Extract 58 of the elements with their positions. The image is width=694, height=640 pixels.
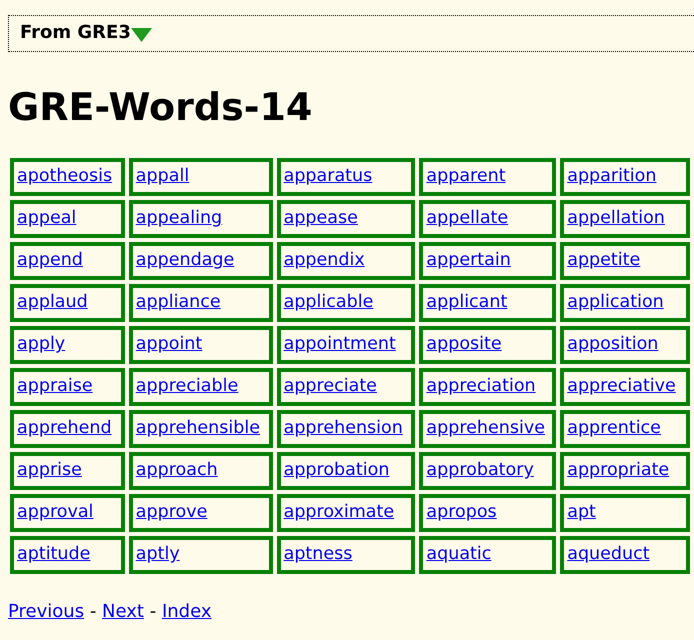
word-link[interactable]: apposition <box>567 334 658 354</box>
word-link[interactable]: appreciation <box>426 376 536 396</box>
word-link[interactable]: approximate <box>284 502 394 522</box>
word-link[interactable]: append <box>17 250 83 270</box>
page-title: GRE-Words-14 <box>8 85 314 131</box>
nav-link[interactable]: Next <box>102 600 144 622</box>
separator: - <box>90 600 96 622</box>
word-link[interactable]: appraise <box>17 376 93 396</box>
word-link[interactable]: approbatory <box>426 460 534 480</box>
word-link[interactable]: aptly <box>136 544 180 564</box>
word-link[interactable]: appease <box>284 208 358 228</box>
word-link[interactable]: appropriate <box>567 460 670 480</box>
word-link[interactable]: applicable <box>284 292 374 312</box>
word-link[interactable]: apprehend <box>17 418 112 438</box>
word-link[interactable]: apprentice <box>567 418 661 438</box>
separator: - <box>150 600 156 622</box>
word-link[interactable]: appendix <box>284 250 365 270</box>
word-link[interactable]: aptness <box>284 544 352 564</box>
word-link[interactable]: appreciate <box>284 376 377 396</box>
word-link[interactable]: appeal <box>17 208 76 228</box>
word-link[interactable]: appreciative <box>567 376 676 396</box>
word-link[interactable]: approbation <box>284 460 390 480</box>
word-link[interactable]: appealing <box>136 208 222 228</box>
word-link[interactable]: appreciable <box>136 376 238 396</box>
word-link[interactable]: apprehensive <box>426 418 545 438</box>
word-link[interactable]: apparition <box>567 166 656 186</box>
word-link[interactable]: appellation <box>567 208 665 228</box>
nav-link[interactable]: Previous <box>8 600 84 622</box>
word-link[interactable]: appertain <box>426 250 511 270</box>
breadcrumb-menu[interactable]: From GRE3 <box>20 19 152 46</box>
dropdown-triangle-icon[interactable] <box>130 28 152 42</box>
word-link[interactable]: appointment <box>284 334 396 354</box>
word-link[interactable]: appetite <box>567 250 640 270</box>
word-link[interactable]: appendage <box>136 250 234 270</box>
word-link[interactable]: apply <box>17 334 66 354</box>
word-link[interactable]: apropos <box>426 502 497 522</box>
word-link[interactable]: appall <box>136 166 190 186</box>
word-link[interactable]: apprehension <box>284 418 403 438</box>
word-link[interactable]: apprise <box>17 460 82 480</box>
word-link[interactable]: applaud <box>17 292 88 312</box>
word-link[interactable]: apt <box>567 502 596 522</box>
word-link[interactable]: approach <box>136 460 218 480</box>
word-link[interactable]: appellate <box>426 208 508 228</box>
word-link[interactable]: appoint <box>136 334 202 354</box>
word-link[interactable]: apparatus <box>284 166 372 186</box>
word-link[interactable]: apotheosis <box>17 166 112 186</box>
word-link[interactable]: apparent <box>426 166 506 186</box>
word-link[interactable]: aqueduct <box>567 544 650 564</box>
word-link[interactable]: apprehensible <box>136 418 260 438</box>
word-link[interactable]: aquatic <box>426 544 492 564</box>
word-link[interactable]: approval <box>17 502 94 522</box>
word-link[interactable]: apposite <box>426 334 502 354</box>
word-link[interactable]: applicant <box>426 292 508 312</box>
word-link[interactable]: appliance <box>136 292 221 312</box>
word-link[interactable]: approve <box>136 502 208 522</box>
word-link[interactable]: application <box>567 292 664 312</box>
word-link[interactable]: aptitude <box>17 544 90 564</box>
nav-link[interactable]: Index <box>162 600 212 622</box>
